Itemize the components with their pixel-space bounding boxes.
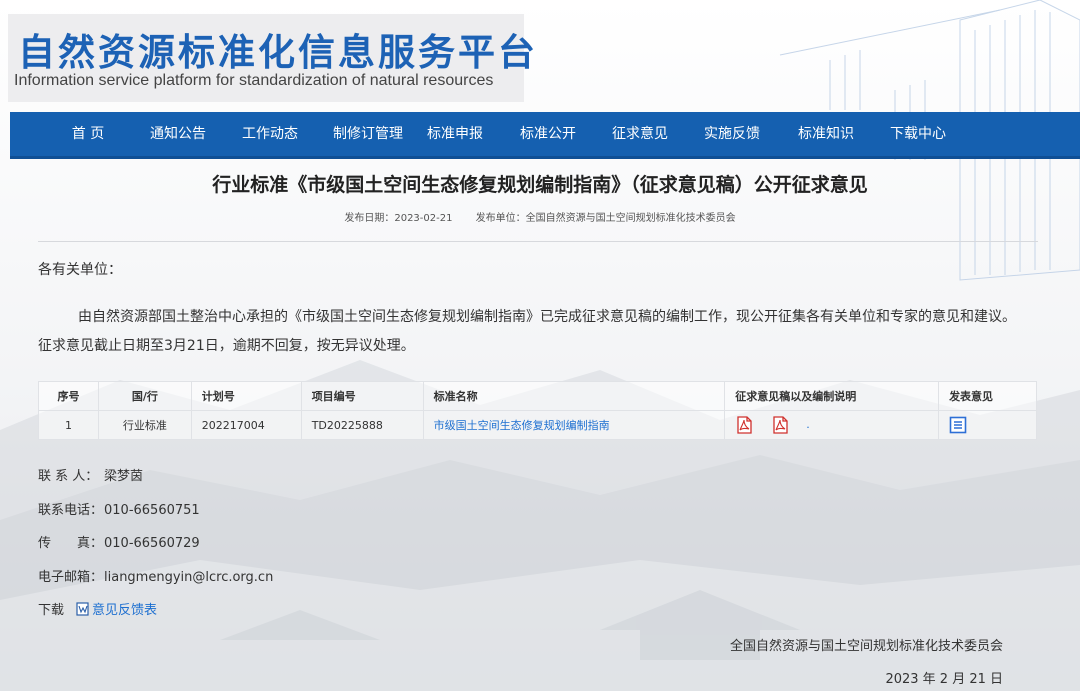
- contact-phone: 010-66560751: [104, 503, 200, 518]
- contact-email-label: 电子邮箱：: [38, 570, 104, 585]
- contact-fax: 010-66560729: [104, 536, 200, 551]
- col-header-draft: 征求意见稿以及编制说明: [724, 381, 940, 411]
- comment-form-icon[interactable]: [949, 416, 967, 434]
- download-label: 下载: [38, 603, 65, 618]
- cell-draft: .: [724, 410, 940, 440]
- col-header-name: 标准名称: [422, 381, 726, 411]
- standard-name-link[interactable]: 市级国土空间生态修复规划编制指南: [434, 419, 610, 432]
- contact-phone-label: 联系电话：: [38, 503, 104, 518]
- feedback-form-link[interactable]: 意见反馈表: [92, 603, 157, 618]
- pdf-icon[interactable]: [735, 416, 753, 434]
- contact-email: liangmengyin@lcrc.org.cn: [104, 570, 274, 585]
- article-title: 行业标准《市级国土空间生态修复规划编制指南》（征求意见稿）公开征求意见: [212, 174, 868, 196]
- col-header-project-no: 项目编号: [300, 381, 424, 411]
- cell-comment: [938, 410, 1037, 440]
- table-row: 1 行业标准 202217004 TD20225888 市级国土空间生态修复规划…: [38, 410, 1037, 440]
- contact-person: 梁梦茵: [104, 469, 144, 484]
- article-meta: 发布日期：2023-02-21 发布单位：全国自然资源与国土空间规划标准化技术委…: [0, 209, 1080, 224]
- col-header-plan-no: 计划号: [190, 381, 302, 411]
- standards-table: 序号 国/行 计划号 项目编号 标准名称 征求意见稿以及编制说明 发表意见 1 …: [38, 381, 1037, 440]
- contact-email-row: 电子邮箱：liangmengyin@lcrc.org.cn: [38, 566, 273, 585]
- word-doc-icon: [76, 602, 89, 616]
- contact-fax-label: 传 真：: [38, 536, 104, 551]
- draft-extra-link[interactable]: .: [806, 418, 810, 431]
- cell-plan-no: 202217004: [190, 410, 302, 440]
- col-header-level: 国/行: [97, 381, 192, 411]
- salutation: 各有关单位：: [38, 262, 122, 278]
- divider: [38, 241, 1038, 242]
- article-content: 行业标准《市级国土空间生态修复规划编制指南》（征求意见稿）公开征求意见 发布日期…: [0, 0, 1080, 691]
- signature-org: 全国自然资源与国土空间规划标准化技术委员会: [729, 639, 1003, 654]
- download-row: 下载 意见反馈表: [38, 599, 157, 618]
- contact-person-row: 联 系 人： 梁梦茵: [38, 465, 143, 484]
- signature-date: 2023 年 2 月 21 日: [885, 672, 1003, 687]
- cell-no: 1: [38, 410, 99, 440]
- article-body: 由自然资源部国土整治中心承担的《市级国土空间生态修复规划编制指南》已完成征求意见…: [38, 309, 1016, 354]
- pdf-icon[interactable]: [771, 416, 789, 434]
- contact-fax-row: 传 真：010-66560729: [38, 532, 200, 551]
- col-header-comment: 发表意见: [938, 381, 1037, 411]
- publisher: 发布单位：全国自然资源与国土空间规划标准化技术委员会: [475, 213, 736, 224]
- cell-name: 市级国土空间生态修复规划编制指南: [422, 410, 726, 440]
- publish-date: 发布日期：2023-02-21: [344, 213, 453, 224]
- table-header-row: 序号 国/行 计划号 项目编号 标准名称 征求意见稿以及编制说明 发表意见: [38, 381, 1037, 411]
- contact-phone-row: 联系电话：010-66560751: [38, 499, 200, 518]
- col-header-no: 序号: [38, 381, 99, 411]
- contact-person-label: 联 系 人：: [38, 469, 99, 484]
- cell-level: 行业标准: [97, 410, 192, 440]
- cell-project-no: TD20225888: [300, 410, 424, 440]
